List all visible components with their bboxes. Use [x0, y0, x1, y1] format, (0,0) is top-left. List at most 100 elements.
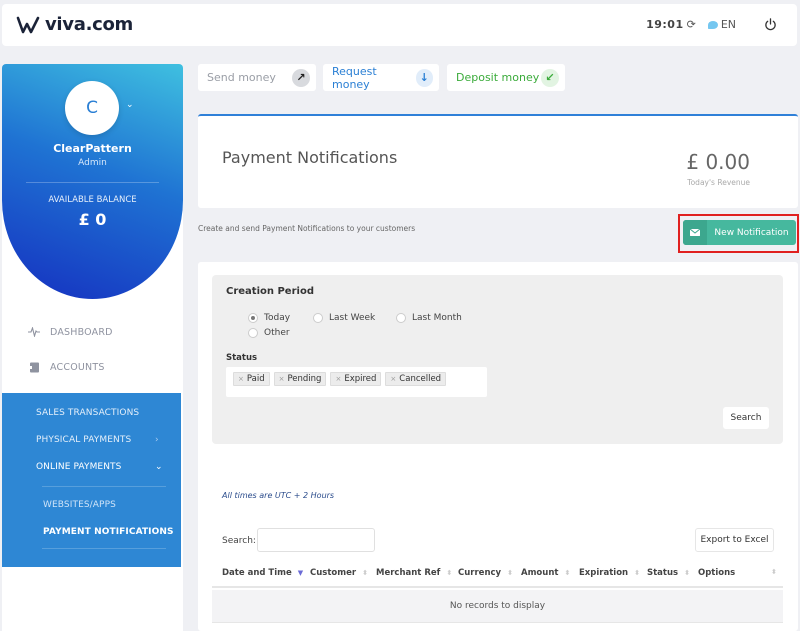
logo-text: viva.com [45, 14, 134, 35]
todays-revenue-value: £ 0.00 [686, 150, 750, 174]
notifications-panel: Creation Period Today Last Week Last Mon… [198, 262, 798, 631]
sort-icon[interactable]: ⬍ [507, 569, 513, 577]
radio-last-month[interactable]: Last Month [396, 313, 462, 323]
sales-submenu: SALES TRANSACTIONS PHYSICAL PAYMENTS › O… [2, 393, 181, 567]
chevron-down-icon[interactable]: ⌄ [126, 100, 134, 110]
status-tag-expired: × Expired [330, 372, 382, 386]
submenu-item-sales-transactions[interactable]: SALES TRANSACTIONS [36, 408, 139, 418]
sidebar-item-accounts[interactable]: ACCOUNTS [2, 356, 183, 378]
sort-icon[interactable]: ⬍ [684, 569, 690, 577]
table-search-label: Search: [222, 536, 256, 546]
status-tag-pending: × Pending [273, 372, 327, 386]
filter-box: Creation Period Today Last Week Last Mon… [212, 275, 783, 444]
submenu-item-websites-apps[interactable]: WEBSITES/APPS [43, 500, 116, 510]
export-to-excel-button[interactable]: Export to Excel [695, 528, 774, 552]
clock-time: 19:01 [646, 18, 684, 31]
tag-label: Pending [287, 374, 322, 384]
profile-card: C ⌄ ClearPattern Admin AVAILABLE BALANCE… [2, 64, 183, 299]
column-header-expiration[interactable]: Expiration ⬍ [579, 568, 640, 578]
submenu-label: WEBSITES/APPS [43, 500, 116, 510]
sort-icon[interactable]: ⬍ [362, 569, 368, 577]
page-title: Payment Notifications [222, 148, 398, 167]
language-selector[interactable]: EN [707, 18, 736, 31]
language-code: EN [720, 18, 736, 31]
remove-tag-icon[interactable]: × [335, 375, 341, 383]
radio-label: Today [264, 313, 291, 323]
options-sort[interactable]: ⬍ [771, 568, 777, 576]
radio-today[interactable]: Today [248, 313, 290, 323]
status-multiselect[interactable]: × Paid × Pending × Expired × Cancelled [226, 367, 487, 397]
radio-button[interactable] [396, 313, 406, 323]
refresh-icon[interactable]: ⟳ [687, 18, 696, 31]
table-header: Date and Time ▼ Customer ⬍ Merchant Ref ⬍ C… [212, 560, 783, 588]
table-search-input[interactable] [257, 528, 375, 552]
chat-bubble-icon [707, 20, 718, 29]
column-header-date-time[interactable]: Date and Time ▼ [222, 568, 303, 578]
radio-button[interactable] [313, 313, 323, 323]
column-label: Options [698, 568, 736, 578]
arrow-up-right-icon: ↗ [292, 68, 310, 87]
column-header-options[interactable]: Options [698, 568, 735, 578]
remove-tag-icon[interactable]: × [279, 375, 285, 383]
viva-logo[interactable]: viva.com [16, 14, 133, 35]
pulse-icon [28, 326, 40, 338]
sort-icon[interactable]: ⬍ [564, 569, 570, 577]
page-subtitle: Create and send Payment Notifications to… [198, 224, 416, 233]
radio-label: Last Week [329, 313, 376, 323]
radio-label: Other [264, 328, 290, 338]
chevron-down-icon: ⌄ [155, 462, 163, 472]
submenu-label: PHYSICAL PAYMENTS [36, 435, 132, 445]
tag-label: Expired [344, 374, 377, 384]
sidebar-item-label: ACCOUNTS [50, 361, 105, 373]
page-header-card: Payment Notifications £ 0.00 Today's Rev… [198, 114, 798, 208]
username: ClearPattern [53, 142, 132, 155]
sort-icon[interactable]: ⬍ [634, 569, 640, 577]
divider [26, 182, 159, 183]
power-icon[interactable] [764, 18, 777, 31]
divider [42, 548, 166, 549]
column-label: Date and Time [222, 568, 292, 578]
tag-label: Paid [246, 374, 265, 384]
envelope-icon [683, 220, 707, 245]
radio-button[interactable] [248, 328, 258, 338]
avatar[interactable]: C [65, 81, 119, 135]
radio-last-week[interactable]: Last Week [313, 313, 375, 323]
column-header-customer[interactable]: Customer ⬍ [310, 568, 368, 578]
request-money-button[interactable]: Request money ↓ [323, 64, 439, 91]
balance-value: £ 0 [78, 210, 107, 229]
request-money-label: Request money [332, 64, 377, 91]
status-tag-paid: × Paid [233, 372, 270, 386]
send-money-button[interactable]: Send money ↗ [198, 64, 316, 91]
sort-icon[interactable]: ⬍ [446, 569, 452, 577]
radio-button-selected[interactable] [248, 313, 258, 323]
remove-tag-icon[interactable]: × [390, 375, 396, 383]
new-notification-button[interactable]: New Notification [683, 220, 796, 245]
column-header-merchant-ref[interactable]: Merchant Ref ⬍ [376, 568, 452, 578]
search-button[interactable]: Search [723, 407, 769, 429]
submenu-label: ONLINE PAYMENTS [36, 462, 122, 472]
remove-tag-icon[interactable]: × [238, 375, 244, 383]
submenu-item-physical-payments[interactable]: PHYSICAL PAYMENTS › [36, 435, 159, 445]
submenu-item-online-payments[interactable]: ONLINE PAYMENTS ⌄ [36, 462, 163, 472]
status-label: Status [226, 353, 258, 363]
balance-label: AVAILABLE BALANCE [48, 195, 137, 205]
submenu-label: SALES TRANSACTIONS [36, 408, 140, 418]
deposit-money-button[interactable]: Deposit money ↙ [447, 64, 565, 91]
sidebar-item-label: DASHBOARD [50, 326, 113, 338]
sort-desc-icon[interactable]: ▼ [298, 569, 303, 577]
sidebar-item-dashboard[interactable]: DASHBOARD [2, 321, 183, 343]
column-header-status[interactable]: Status ⬍ [647, 568, 690, 578]
submenu-item-payment-notifications[interactable]: PAYMENT NOTIFICATIONS [43, 527, 174, 537]
radio-other[interactable]: Other [248, 328, 290, 338]
new-notification-label: New Notification [714, 227, 789, 238]
column-header-amount[interactable]: Amount ⬍ [521, 568, 570, 578]
top-bar: viva.com 19:01 ⟳ EN [2, 4, 797, 46]
column-label: Amount [521, 568, 559, 578]
column-header-currency[interactable]: Currency ⬍ [458, 568, 513, 578]
column-label: Currency [458, 568, 502, 578]
empty-table-row: No records to display [212, 590, 783, 623]
sort-icon[interactable]: ⬍ [771, 568, 777, 576]
viva-logo-icon [16, 16, 40, 33]
column-label: Merchant Ref [376, 568, 441, 578]
todays-revenue-label: Today's Revenue [687, 178, 750, 187]
